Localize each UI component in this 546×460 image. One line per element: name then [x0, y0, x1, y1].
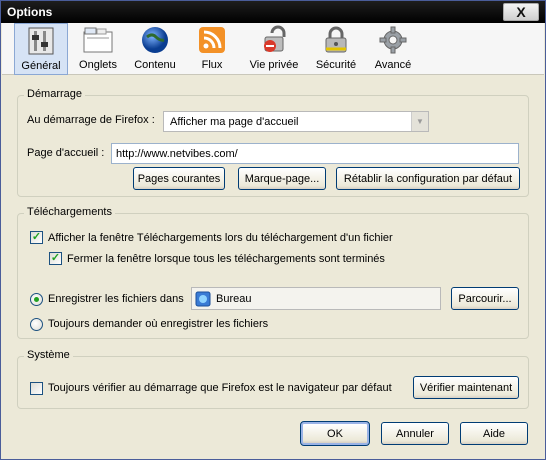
tab-privacy[interactable]: Vie privée — [242, 23, 306, 75]
cancel-button[interactable]: Annuler — [381, 422, 449, 445]
show-downloads-window-label: Afficher la fenêtre Téléchargements lors… — [48, 232, 393, 244]
tab-advanced-label: Avancé — [374, 59, 412, 71]
use-current-pages-button[interactable]: Pages courantes — [133, 167, 225, 190]
always-ask-label: Toujours demander où enregistrer les fic… — [48, 318, 269, 330]
download-folder-field: Bureau — [191, 287, 441, 310]
startup-when-label: Au démarrage de Firefox : — [27, 114, 155, 126]
default-browser-check-label: Toujours vérifier au démarrage que Firef… — [48, 382, 392, 394]
homepage-input[interactable]: http://www.netvibes.com/ — [111, 143, 519, 164]
window-title: Options — [7, 5, 53, 19]
homepage-label: Page d'accueil : — [27, 147, 105, 159]
always-ask-radio[interactable] — [30, 318, 43, 331]
rss-feed-icon — [196, 25, 228, 55]
close-button[interactable]: X — [503, 3, 539, 21]
homepage-value: http://www.netvibes.com/ — [116, 147, 238, 160]
chevron-down-icon[interactable]: ▼ — [411, 112, 428, 131]
radio-selected-dot — [34, 297, 39, 302]
browse-button[interactable]: Parcourir... — [451, 287, 519, 310]
save-to-folder-radio[interactable] — [30, 293, 43, 306]
ok-button[interactable]: OK — [300, 421, 370, 446]
checkmark-icon: ✓ — [31, 231, 42, 243]
privacy-lock-icon — [258, 25, 290, 55]
tab-security[interactable]: Sécurité — [309, 23, 363, 75]
tab-feeds[interactable]: Flux — [185, 23, 239, 75]
tab-privacy-label: Vie privée — [249, 59, 299, 71]
close-downloads-window-checkbox[interactable]: ✓ — [49, 252, 62, 265]
title-bar[interactable]: Options X — [1, 1, 545, 23]
tab-content[interactable]: Contenu — [128, 23, 182, 75]
startup-legend: Démarrage — [24, 88, 86, 100]
close-downloads-window-label: Fermer la fenêtre lorsque tous les téléc… — [67, 253, 385, 265]
tab-content-label: Contenu — [134, 59, 176, 71]
options-toolbar: Général Onglets Contenu Flux Vie privée — [2, 23, 544, 75]
tabs-icon — [82, 25, 114, 55]
padlock-icon — [320, 25, 352, 55]
save-to-folder-label: Enregistrer les fichiers dans — [48, 293, 184, 305]
close-icon: X — [516, 4, 526, 20]
globe-icon — [139, 25, 171, 55]
tab-security-label: Sécurité — [315, 59, 357, 71]
checkmark-icon: ✓ — [50, 252, 61, 264]
tab-feeds-label: Flux — [201, 59, 223, 71]
use-bookmark-button[interactable]: Marque-page... — [238, 167, 326, 190]
general-switch-icon — [25, 26, 57, 56]
check-now-button[interactable]: Vérifier maintenant — [413, 376, 519, 399]
tab-tabs[interactable]: Onglets — [71, 23, 125, 75]
options-dialog: Options X Général Onglets Contenu Flux V… — [0, 0, 546, 460]
tab-general-label: Général — [21, 60, 61, 72]
restore-default-button[interactable]: Rétablir la configuration par défaut — [336, 167, 520, 190]
show-downloads-window-checkbox[interactable]: ✓ — [30, 231, 43, 244]
gear-icon — [377, 25, 409, 55]
tab-general[interactable]: Général — [14, 23, 68, 75]
help-button[interactable]: Aide — [460, 422, 528, 445]
tab-tabs-label: Onglets — [79, 59, 117, 71]
downloads-legend: Téléchargements — [24, 206, 115, 218]
startup-when-select[interactable]: Afficher ma page d'accueil ▼ — [163, 111, 429, 132]
default-browser-check-checkbox[interactable] — [30, 382, 43, 395]
download-folder-name: Bureau — [216, 292, 252, 305]
startup-when-value: Afficher ma page d'accueil — [170, 115, 299, 128]
system-legend: Système — [24, 349, 73, 361]
desktop-folder-icon — [195, 291, 211, 306]
tab-advanced[interactable]: Avancé — [366, 23, 420, 75]
